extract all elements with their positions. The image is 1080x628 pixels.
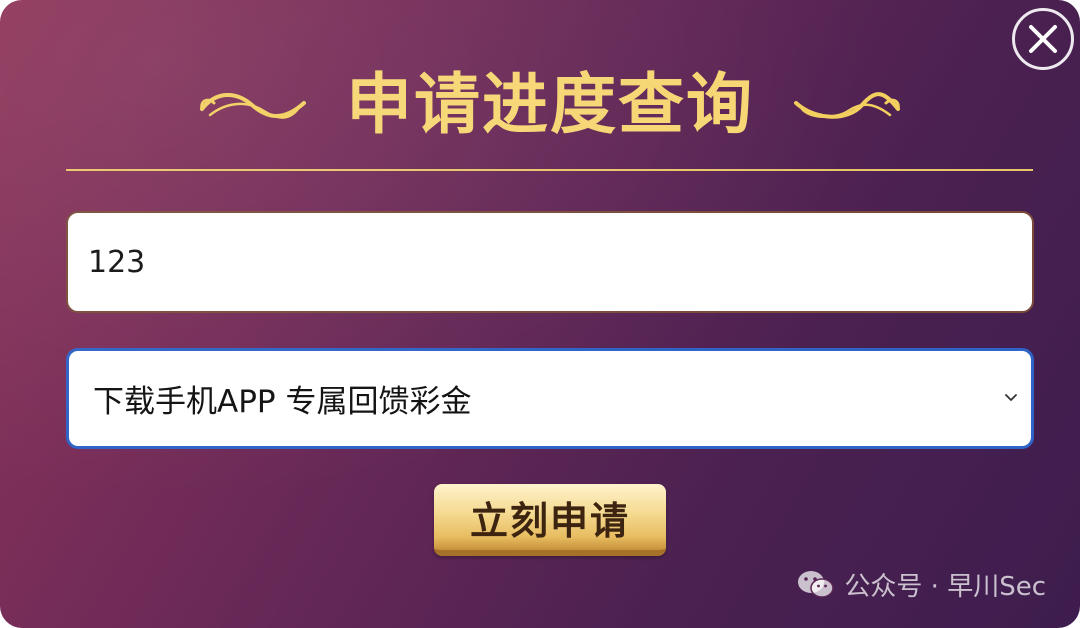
close-icon (1029, 25, 1057, 53)
account-input[interactable]: 123 (66, 211, 1034, 313)
wechat-icon (798, 570, 835, 598)
title-divider (66, 169, 1033, 171)
title-row: 申请进度查询 (0, 62, 1080, 148)
dialog-title: 申请进度查询 (346, 66, 754, 143)
promotion-select[interactable]: 下载手机APP 专属回馈彩金 (66, 348, 1034, 449)
close-button[interactable] (1012, 8, 1074, 70)
watermark-text: 公众号 · 早川Sec (844, 572, 1046, 602)
left-flourish-icon (200, 92, 306, 119)
promotion-select-value: 下载手机APP 专属回馈彩金 (93, 384, 472, 420)
watermark: 公众号 · 早川Sec (796, 566, 1046, 603)
account-input-value: 123 (88, 244, 146, 280)
apply-now-button[interactable]: 立刻申请 (434, 484, 666, 556)
chevron-down-icon (1005, 394, 1017, 401)
right-flourish-icon (794, 92, 900, 119)
application-progress-dialog: 申请进度查询 123 下载手机APP 专属回馈彩金 立刻申请 公众号 · 早川S… (0, 0, 1080, 628)
